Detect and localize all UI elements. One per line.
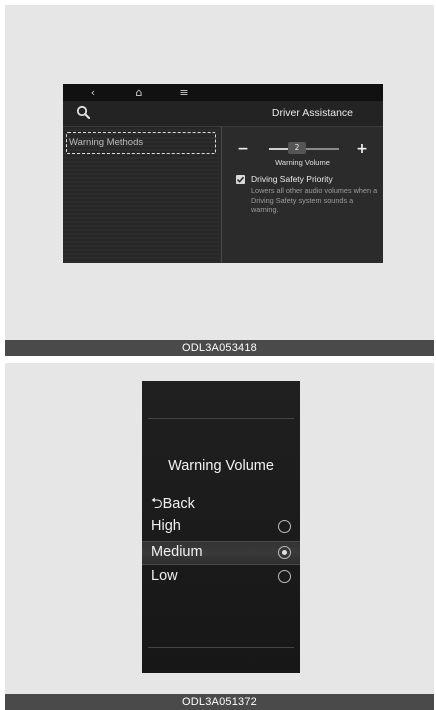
driving-safety-priority-label[interactable]: Driving Safety Priority bbox=[251, 174, 333, 184]
volume-decrease-button[interactable]: − bbox=[234, 140, 252, 158]
back-option[interactable]: ⮌Back bbox=[142, 491, 300, 515]
option-high[interactable]: High bbox=[142, 516, 300, 540]
list-item-warning-methods[interactable]: Warning Methods bbox=[66, 132, 216, 154]
radio-selected-icon bbox=[278, 546, 291, 559]
settings-detail: − 2 + Warning Volume Driving Safety Prio… bbox=[222, 127, 383, 263]
search-icon[interactable] bbox=[75, 104, 93, 122]
back-icon[interactable]: ‹ bbox=[83, 84, 103, 101]
option-medium[interactable]: Medium bbox=[142, 541, 300, 565]
cluster-screen: Warning Volume ⮌Back High Medium Low bbox=[142, 381, 300, 673]
radio-dot-icon bbox=[281, 549, 287, 555]
figure-caption: ODL3A051372 bbox=[5, 694, 434, 710]
figure-caption: ODL3A053418 bbox=[5, 340, 434, 356]
volume-value[interactable]: 2 bbox=[288, 142, 306, 154]
menu-title: Warning Volume bbox=[168, 458, 274, 474]
option-label: High bbox=[151, 518, 181, 534]
nav-bar: ‹ ⌂ ≡ bbox=[63, 84, 383, 101]
volume-slider[interactable]: 2 bbox=[269, 142, 339, 154]
settings-header: Driver Assistance bbox=[63, 101, 383, 127]
driving-safety-priority-checkbox[interactable] bbox=[236, 175, 245, 184]
infotainment-screen: ‹ ⌂ ≡ Driver Assistance Warning Methods … bbox=[63, 84, 383, 263]
option-label: Low bbox=[151, 568, 178, 584]
menu-icon[interactable]: ≡ bbox=[174, 84, 194, 101]
divider bbox=[148, 418, 294, 419]
driving-safety-priority-description: Lowers all other audio volumes when a Dr… bbox=[251, 186, 378, 214]
page-title: Driver Assistance bbox=[271, 107, 353, 119]
option-label: Medium bbox=[151, 544, 203, 560]
volume-increase-button[interactable]: + bbox=[353, 140, 371, 158]
radio-icon bbox=[278, 520, 291, 533]
option-low[interactable]: Low bbox=[142, 566, 300, 590]
divider bbox=[148, 647, 294, 648]
radio-icon bbox=[278, 570, 291, 583]
settings-list: Warning Methods bbox=[63, 127, 218, 263]
home-icon[interactable]: ⌂ bbox=[129, 84, 149, 101]
back-label: ⮌Back bbox=[151, 496, 195, 512]
checkmark-icon bbox=[236, 176, 245, 183]
figure-bottom: Warning Volume ⮌Back High Medium Low ODL… bbox=[5, 363, 434, 710]
figure-top: ‹ ⌂ ≡ Driver Assistance Warning Methods … bbox=[5, 5, 434, 356]
volume-label: Warning Volume bbox=[275, 158, 330, 167]
